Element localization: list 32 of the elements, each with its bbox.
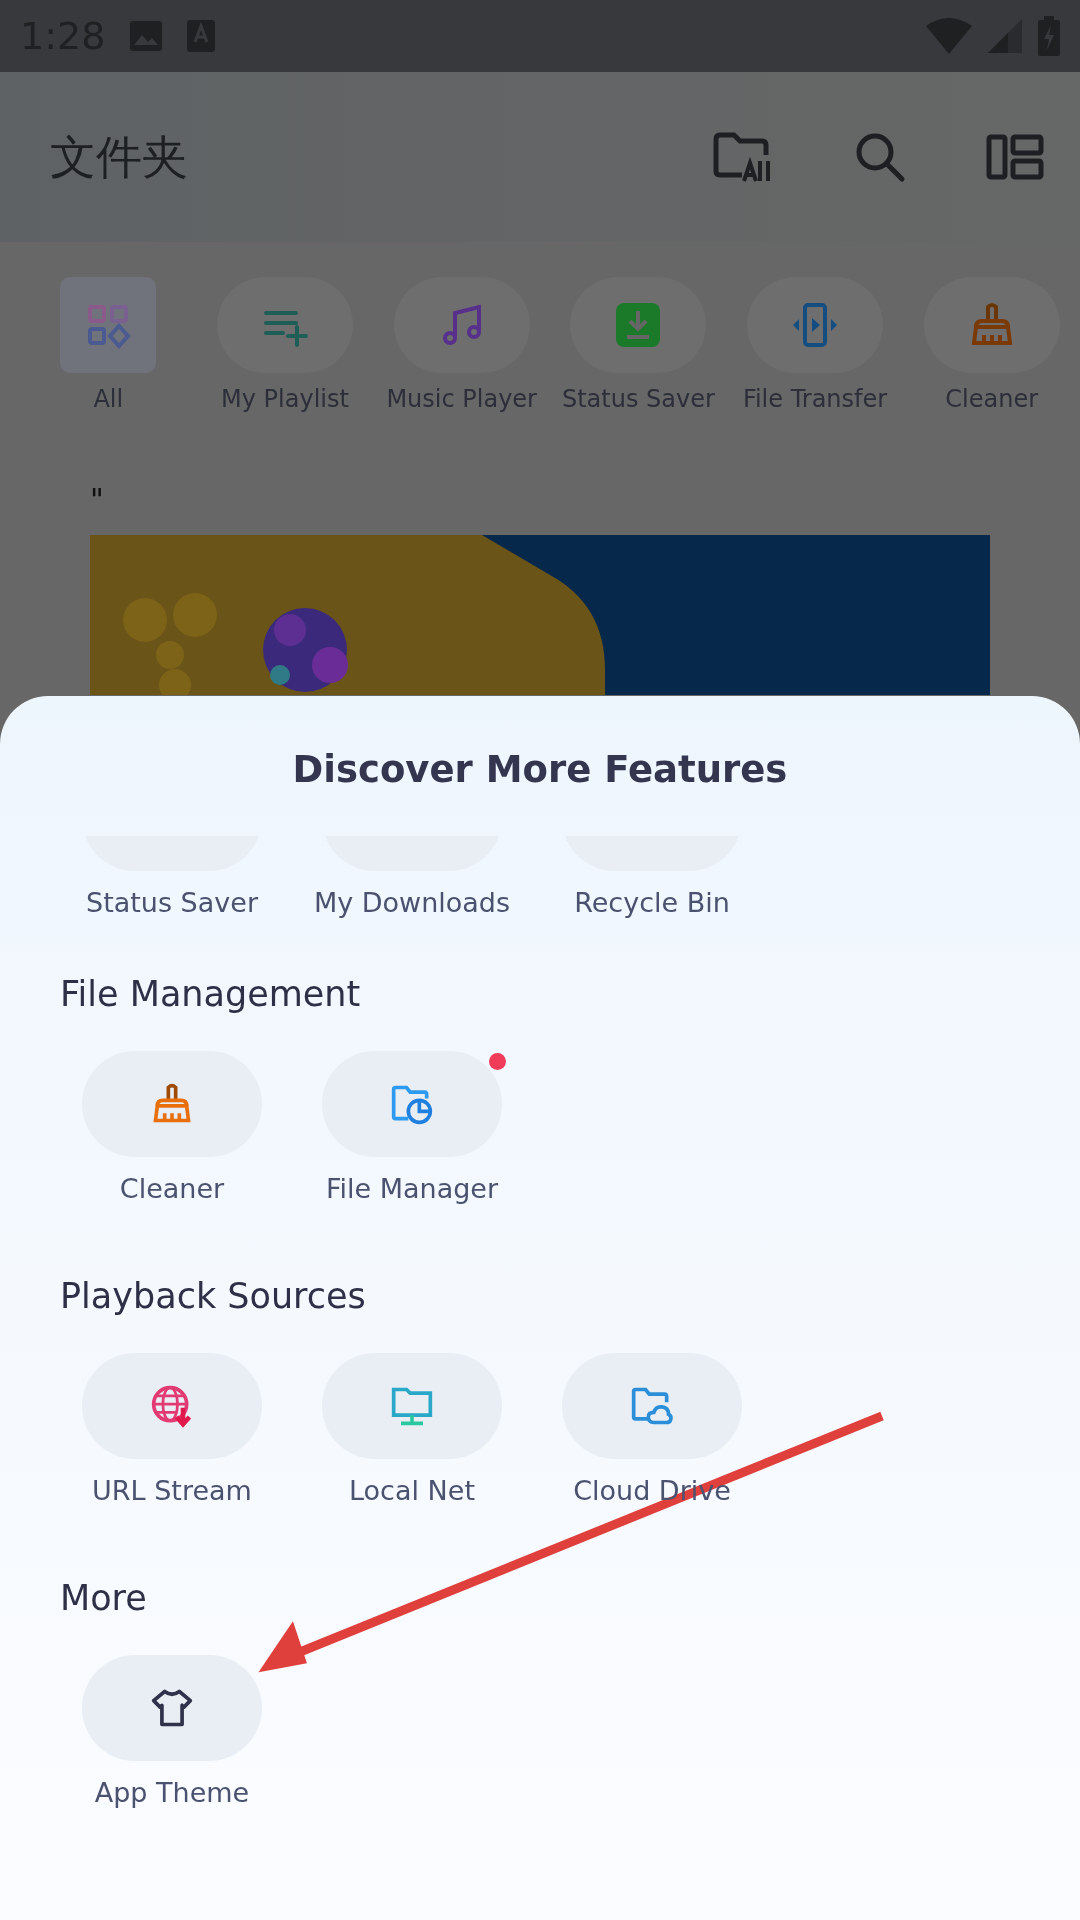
shortcut-label: File Transfer <box>742 384 888 415</box>
font-icon <box>187 20 216 52</box>
screen-title: 文件夹 <box>50 128 188 186</box>
search-icon[interactable] <box>854 131 906 183</box>
feature-label: My Downloads <box>313 886 511 920</box>
shortcut-label: All <box>93 384 124 415</box>
feature-label: Recycle Bin <box>574 886 730 920</box>
section-heading: File Management <box>59 973 362 1016</box>
battery-icon <box>1038 16 1060 56</box>
feature-label: Status Saver <box>86 886 258 920</box>
feature-label: Local Net <box>349 1474 475 1508</box>
globe-download-icon <box>150 1384 194 1428</box>
image-icon <box>129 20 164 52</box>
feature-label: App Theme <box>94 1776 250 1810</box>
feature-label: URL Stream <box>92 1474 252 1508</box>
notification-dot <box>489 1053 506 1070</box>
shortcut-label: Music Player <box>386 384 537 415</box>
feature-label: File Manager <box>325 1172 499 1206</box>
feature-label: Cleaner <box>119 1172 225 1206</box>
section-heading: Playback Sources <box>59 1275 367 1318</box>
shortcut-button[interactable] <box>60 277 157 373</box>
download-icon <box>614 301 663 349</box>
transfer-icon <box>791 301 839 349</box>
layout-icon[interactable] <box>986 134 1044 180</box>
shortcut-label: My Playlist <box>221 384 349 415</box>
wifi-icon <box>926 18 972 54</box>
sheet-title: Discover More Features <box>291 747 789 793</box>
signal-icon <box>988 19 1022 53</box>
shortcut-label: Status Saver <box>561 384 715 415</box>
section-heading: More <box>59 1577 148 1620</box>
shortcut-label: Cleaner <box>945 384 1039 415</box>
quote-mark: " <box>90 485 105 515</box>
